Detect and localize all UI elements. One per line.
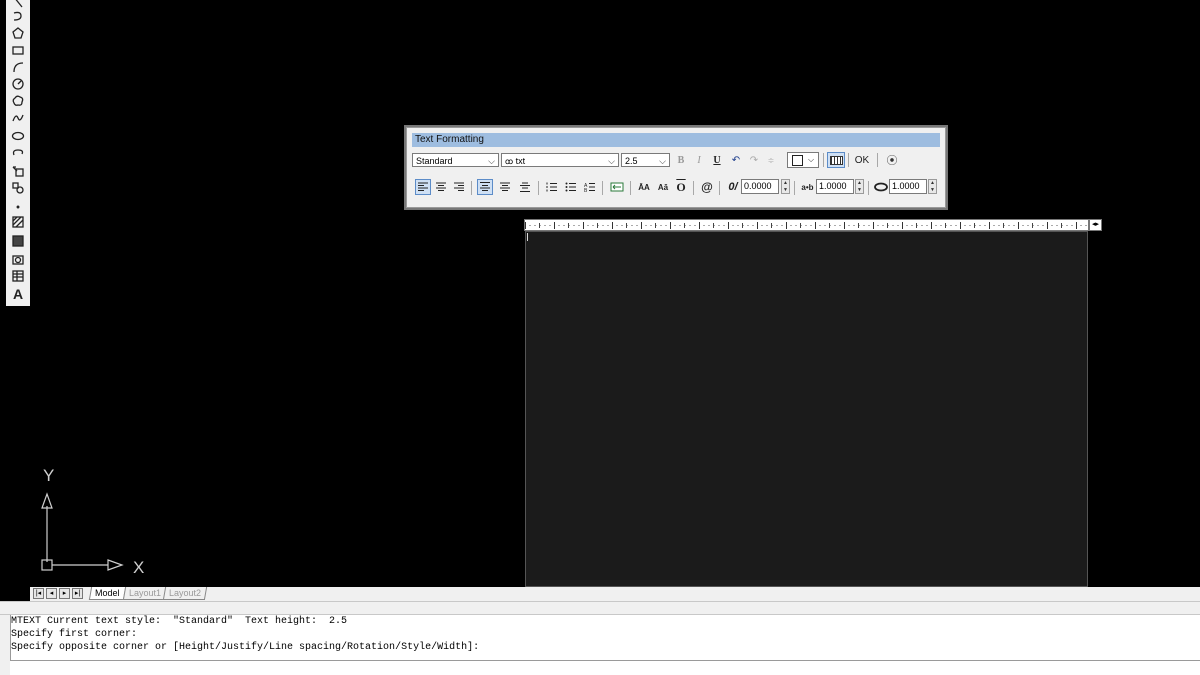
toolbar-separator [848,153,849,167]
revcloud-icon[interactable] [8,93,28,109]
tracking-icon: a•b [801,182,814,192]
ellipse-icon[interactable] [8,128,28,144]
command-window-splitter[interactable] [0,601,1200,615]
chevron-down-icon: ⌵ [659,156,666,166]
uppercase-button[interactable]: ĀA [636,179,652,195]
redo-icon[interactable]: ↷ [747,152,761,168]
ruler-toggle-icon[interactable] [827,152,845,168]
text-height-value: 2.5 [625,156,638,166]
command-history-line: MTEXT Current text style: "Standard" Tex… [11,616,348,627]
insert-field-icon[interactable] [608,179,626,195]
ucs-icon: Y X [36,466,156,578]
ok-button[interactable]: OK [853,152,871,168]
tracking-spinner[interactable]: ▲ ▼ [855,179,864,194]
toolbar-separator [602,181,603,195]
toolbar-separator [794,181,795,195]
oblique-angle-input[interactable]: 0.0000 [741,179,779,194]
toolbar-separator [868,181,869,195]
circle-icon[interactable] [8,76,28,92]
prev-tab-icon[interactable]: ◂ [46,588,57,599]
ucs-x-label: X [133,558,145,577]
align-top-icon[interactable] [477,179,493,195]
underline-button[interactable]: U [711,152,723,168]
ellipse-arc-icon[interactable] [8,145,28,161]
gradient-icon[interactable] [8,233,28,249]
lowercase-button[interactable]: Aā [655,179,671,195]
region-icon[interactable] [8,251,28,267]
text-style-select[interactable]: Standard ⌵ [412,153,499,167]
stack-icon[interactable]: ≑ [766,152,776,168]
align-left-icon[interactable] [415,179,431,195]
point-icon[interactable] [8,198,28,214]
toolbar-separator [877,153,878,167]
undo-icon[interactable]: ↶ [729,152,743,168]
italic-button[interactable]: I [693,152,705,168]
command-history-line: Specify opposite corner or [Height/Justi… [11,642,480,653]
svg-text:B: B [584,188,588,192]
mtext-editor[interactable] [525,231,1088,587]
width-factor-input[interactable]: 1.0000 [889,179,927,194]
arc-icon[interactable] [8,59,28,75]
toolbar-separator [823,153,824,167]
bullets-icon[interactable] [563,179,579,195]
command-input[interactable] [10,660,1200,675]
lettered-list-icon[interactable]: AB [582,179,598,195]
numbering-icon[interactable] [544,179,560,195]
text-formatting-title[interactable]: Text Formatting [412,133,940,147]
width-factor-icon [873,179,889,195]
toolbar-separator [471,181,472,195]
symbol-button[interactable]: @ [700,179,714,195]
chevron-down-icon: ⌵ [488,156,495,166]
font-select[interactable]: ꝏ txt ⌵ [501,153,619,167]
ucs-y-label: Y [43,466,55,485]
color-select[interactable]: ⌵ [787,152,819,168]
tab-layout2[interactable]: Layout2 [162,587,208,600]
insert-block-icon[interactable] [8,163,28,179]
mtext-ruler[interactable] [524,219,1089,231]
align-middle-icon[interactable] [497,179,513,195]
tab-layout1[interactable]: Layout1 [122,587,168,600]
tab-model[interactable]: Model [88,587,126,600]
polyline-icon[interactable] [8,8,28,24]
chevron-down-icon: ⌵ [807,155,815,164]
overline-icon[interactable]: O [674,179,688,195]
font-value: txt [515,156,526,166]
toolbar-separator [630,181,631,195]
next-tab-icon[interactable]: ▸ [59,588,70,599]
table-icon[interactable] [8,268,28,284]
last-tab-icon[interactable]: ▸| [72,588,83,599]
align-center-icon[interactable] [433,179,449,195]
options-icon[interactable]: ⦿ [885,152,899,168]
rectangle-icon[interactable] [8,42,28,58]
color-swatch [791,154,803,166]
command-history-line: Specify first corner: [11,629,138,640]
text-height-select[interactable]: 2.5 ⌵ [621,153,670,167]
polygon-icon[interactable] [8,25,28,41]
spline-icon[interactable] [8,110,28,126]
width-factor-spinner[interactable]: ▲ ▼ [928,179,937,194]
draw-toolbar: A [6,0,31,306]
command-window-grip[interactable] [0,615,10,675]
layout-tab-bar: |◂ ◂ ▸ ▸| Model Layout1 Layout2 [30,587,1200,601]
tracking-input[interactable]: 1.0000 [816,179,854,194]
text-formatting-toolbar: Text Formatting Standard ⌵ ꝏ txt ⌵ 2.5 ⌵… [406,127,946,208]
truetype-font-icon: ꝏ [505,157,514,166]
align-right-icon[interactable] [451,179,467,195]
text-cursor [527,233,528,241]
toolbar-separator [538,181,539,195]
oblique-angle-spinner[interactable]: ▲ ▼ [781,179,790,194]
ruler-width-handle-icon[interactable]: ◂▸ [1089,219,1102,231]
text-style-value: Standard [416,156,453,166]
multiline-text-icon[interactable]: A [8,286,28,302]
make-block-icon[interactable] [8,180,28,196]
bold-button[interactable]: B [675,152,687,168]
toolbar-separator [693,181,694,195]
align-bottom-icon[interactable] [517,179,533,195]
first-tab-icon[interactable]: |◂ [33,588,44,599]
toolbar-separator [719,181,720,195]
chevron-down-icon: ⌵ [608,156,615,166]
hatch-icon[interactable] [8,214,28,230]
oblique-angle-icon: 0/ [728,181,738,193]
